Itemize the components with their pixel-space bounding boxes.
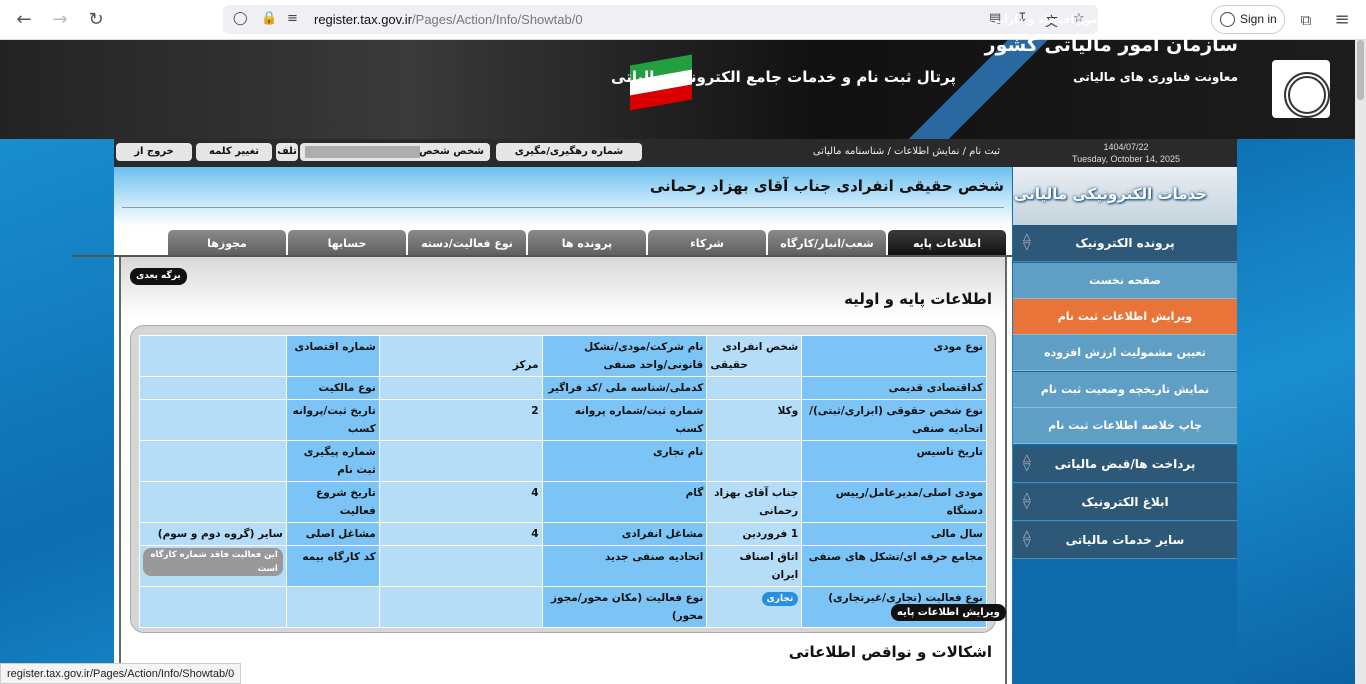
redacted-name bbox=[305, 146, 420, 158]
commercial-badge: تجاری bbox=[761, 592, 799, 606]
breadcrumb: ثبت نام / نمایش اطلاعات / شناسنامه مالیا… bbox=[812, 146, 1000, 157]
sidebar-item-vat-eligibility[interactable]: تعیین مشمولیت ارزش افزوده bbox=[1013, 335, 1237, 371]
tab-partners[interactable]: شرکاء bbox=[648, 230, 766, 257]
table-row: مودی اصلی/مدیرعامل/رییس دستگاه جناب آقای… bbox=[139, 481, 987, 523]
sidebar-item-print-summary[interactable]: چاپ خلاصه اطلاعات ثبت نام bbox=[1013, 408, 1237, 444]
expand-arrows-icon: △ ▽ bbox=[1023, 453, 1031, 473]
no-workshop-badge: این فعالیت فاقد شماره کارگاه است bbox=[143, 548, 283, 576]
sidebar-section-e-notification[interactable]: ابلاغ الکترونیک △ ▽ bbox=[1013, 484, 1237, 521]
tab-branches[interactable]: شعب/انبار/کارگاه bbox=[768, 230, 886, 257]
permissions-icon[interactable]: ≡ bbox=[287, 11, 298, 26]
tax-organization-logo bbox=[1272, 60, 1330, 118]
forward-icon[interactable]: → bbox=[48, 8, 72, 32]
tab-activity-type[interactable]: نوع فعالیت/دسته بندی bbox=[408, 230, 526, 277]
table-row: سال مالی 1 فروردین مشاغل انفرادی 4 مشاغل… bbox=[139, 522, 987, 546]
phone-pill: تلف bbox=[276, 143, 298, 161]
change-password-button[interactable]: تغییر کلمه عبور bbox=[196, 143, 272, 175]
section-title-basic: اطلاعات پایه و اولیه bbox=[844, 290, 992, 308]
expand-arrows-icon: △ ▽ bbox=[1023, 491, 1031, 511]
sidebar-item-registration-history[interactable]: نمایش تاریخچه وضعیت ثبت نام bbox=[1013, 372, 1237, 408]
tab-files[interactable]: پرونده ها bbox=[528, 230, 646, 257]
table-row: تاریخ تاسیس نام تجاری شماره پیگیری ثبت ن… bbox=[139, 440, 987, 482]
page-scrollbar[interactable] bbox=[1355, 40, 1366, 684]
address-bar[interactable]: ◯ 🔒 ≡ register.tax.gov.ir/Pages/Action/I… bbox=[223, 5, 1098, 34]
back-icon[interactable]: ← bbox=[12, 8, 36, 32]
main-header-gradient bbox=[114, 167, 1012, 227]
deputy-name: معاونت فناوری های مالیاتی bbox=[1073, 70, 1238, 84]
sidebar-item-home[interactable]: صفحه نخست bbox=[1013, 263, 1237, 299]
date-display: 1404/07/22 Tuesday, October 14, 2025 bbox=[1071, 142, 1181, 164]
sidebar-section-other-services[interactable]: سایر خدمات مالیاتی △ ▽ bbox=[1013, 522, 1237, 559]
e-services-banner: خدمات الکترونیکی مالیاتی bbox=[1013, 167, 1237, 225]
expand-arrows-icon: △ ▽ bbox=[1023, 232, 1031, 252]
sidebar-section-payments[interactable]: پرداخت ها/قبض مالیاتی △ ▽ bbox=[1013, 446, 1237, 483]
shield-icon[interactable]: ◯ bbox=[233, 11, 248, 26]
tab-accounts[interactable]: حسابها bbox=[288, 230, 406, 257]
scrollbar-thumb[interactable] bbox=[1357, 40, 1364, 100]
reload-icon[interactable]: ↻ bbox=[84, 8, 108, 32]
tab-basic-info[interactable]: اطلاعات پایه bbox=[888, 230, 1006, 257]
tracking-number-pill: شماره رهگیری/مگیری bbox=[496, 143, 642, 161]
sidebar-section-electronic-file[interactable]: پرونده الکترونیک △ ▽ bbox=[1013, 225, 1237, 262]
url-text[interactable]: register.tax.gov.ir/Pages/Action/Info/Sh… bbox=[314, 12, 583, 27]
page-title: شخص حقیقی انفرادی جناب آقای بهزاد رحمانی bbox=[649, 177, 1004, 195]
menu-icon[interactable]: ≡ bbox=[1330, 8, 1354, 32]
table-row: نوع مودی شخص انفرادی حقیقی نام شرکت/مودی/… bbox=[139, 335, 987, 377]
expand-arrows-icon: △ ▽ bbox=[1023, 529, 1031, 549]
lock-icon[interactable]: 🔒 bbox=[261, 11, 277, 26]
divider bbox=[122, 207, 1004, 208]
organization-name: سازمان امور مالیاتی کشور bbox=[984, 34, 1238, 56]
edit-basic-info-button[interactable]: ویرایش اطلاعات پایه bbox=[891, 604, 1006, 621]
extensions-icon[interactable]: ⧉ bbox=[1294, 8, 1318, 32]
table-row: نوع شخص حقوقی (ابزاری/ثبتی)/اتحادیه صنفی… bbox=[139, 399, 987, 441]
basic-info-table: نوع مودی شخص انفرادی حقیقی نام شرکت/مودی/… bbox=[139, 335, 987, 628]
sidebar-item-edit-registration[interactable]: ویرایش اطلاعات ثبت نام bbox=[1013, 299, 1237, 335]
ministry-name: وزارت امور اقتصاد و دارایی bbox=[988, 13, 1140, 26]
table-row: نوع فعالیت (تجاری/غیرتجاری) تجاری نوع فع… bbox=[139, 586, 987, 628]
next-page-button[interactable]: برگه بعدی bbox=[130, 268, 187, 285]
table-row: کداقتصادی قدیمی کدملی/شناسه ملی /کد فراگ… bbox=[139, 376, 987, 400]
status-bar-url: register.tax.gov.ir/Pages/Action/Info/Sh… bbox=[0, 663, 242, 684]
tab-licenses[interactable]: مجوزها bbox=[168, 230, 286, 257]
sign-in-button[interactable]: Sign in bbox=[1211, 5, 1285, 34]
account-icon bbox=[1220, 12, 1235, 27]
portal-title: پرتال ثبت نام و خدمات جامع الکترونیک مال… bbox=[611, 68, 956, 86]
logout-button[interactable]: خروج از سیستم bbox=[116, 143, 192, 175]
section-title-issues: اشکالات و نواقص اطلاعاتی bbox=[788, 643, 992, 661]
table-row: مجامع حرفه ای/تشکل های صنفی اتاق اصناف ا… bbox=[139, 545, 987, 587]
